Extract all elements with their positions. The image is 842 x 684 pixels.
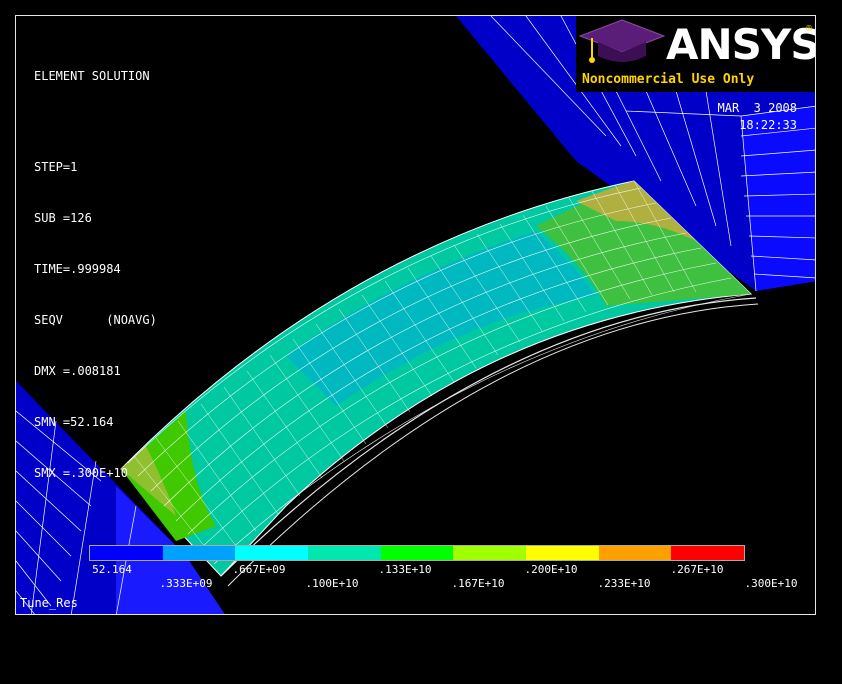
- legend-swatch: [308, 546, 381, 560]
- legend-label: .300E+10: [744, 577, 798, 590]
- graduation-cap-icon: [578, 19, 666, 63]
- info-smn: SMN =52.164: [34, 415, 114, 429]
- legend-swatch: [90, 546, 163, 560]
- legend-label: 52.164: [92, 563, 132, 576]
- info-result-type: SEQV (NOAVG): [34, 313, 157, 327]
- legend-label: .667E+09: [232, 563, 286, 576]
- contour-legend: [89, 545, 745, 561]
- info-step: STEP=1: [34, 160, 78, 174]
- legend-label: .267E+10: [670, 563, 724, 576]
- graphics-viewport[interactable]: ELEMENT SOLUTION STEP=1 SUB =126 TIME=.9…: [15, 15, 816, 615]
- time-text: 18:22:33: [739, 118, 797, 132]
- legend-label: .133E+10: [378, 563, 432, 576]
- legend-label: .233E+10: [597, 577, 651, 590]
- solution-info: ELEMENT SOLUTION STEP=1 SUB =126 TIME=.9…: [34, 34, 157, 516]
- legend-swatch: [671, 546, 745, 560]
- info-time: TIME=.999984: [34, 262, 121, 276]
- logo-subtitle: Noncommercial Use Only: [582, 72, 755, 87]
- legend-swatch: [235, 546, 309, 560]
- legend-swatch: [526, 546, 599, 560]
- info-smx: SMX =.300E+10: [34, 466, 128, 480]
- info-dmx: DMX =.008181: [34, 364, 121, 378]
- legend-label: .333E+09: [159, 577, 213, 590]
- legend-label: .200E+10: [524, 563, 578, 576]
- registered-mark: ®: [805, 24, 813, 33]
- timestamp: MAR 3 2008 18:22:33: [718, 100, 797, 134]
- legend-label: .167E+10: [451, 577, 505, 590]
- legend-swatch: [453, 546, 527, 560]
- legend-label: .100E+10: [305, 577, 359, 590]
- logo-wordmark: ANSYS: [666, 20, 816, 69]
- legend-swatch: [598, 546, 672, 560]
- job-name: Tune_Res: [20, 596, 78, 610]
- info-substep: SUB =126: [34, 211, 92, 225]
- legend-swatch: [380, 546, 454, 560]
- legend-swatch: [162, 546, 236, 560]
- ansys-logo: ANSYS ® Noncommercial Use Only: [576, 16, 815, 92]
- date-text: MAR 3 2008: [717, 101, 797, 115]
- info-title: ELEMENT SOLUTION: [34, 69, 150, 83]
